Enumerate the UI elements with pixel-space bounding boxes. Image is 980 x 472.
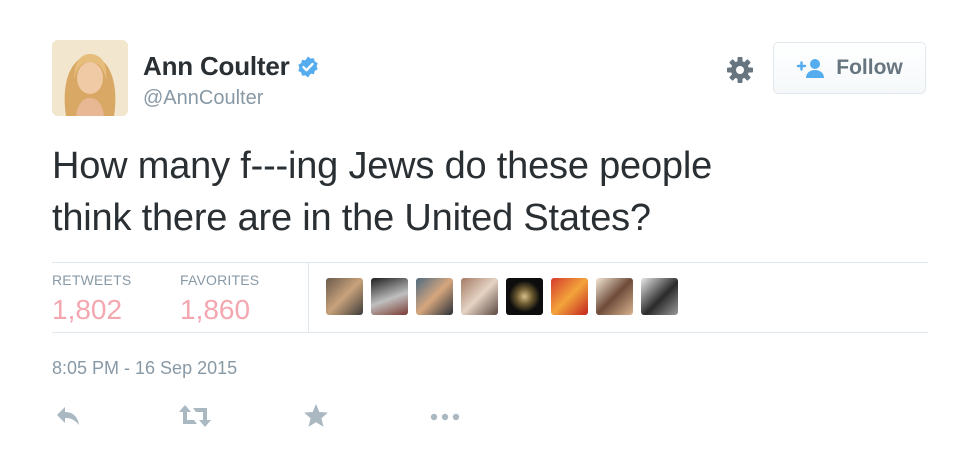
retweets-count[interactable]: 1,802 — [52, 294, 131, 326]
favoriter-avatar[interactable] — [641, 278, 678, 315]
follow-label: Follow — [836, 56, 903, 79]
add-user-icon — [797, 59, 825, 78]
author-name-row[interactable]: Ann Coulter — [143, 51, 320, 82]
retweets-stat[interactable]: RETWEETS 1,802 — [52, 272, 131, 326]
favoriter-avatars — [326, 278, 678, 315]
author-name[interactable]: Ann Coulter — [143, 51, 290, 82]
stats-bottom-divider — [52, 332, 928, 333]
verified-badge-icon — [297, 56, 318, 77]
favorites-stat[interactable]: FAVORITES 1,860 — [180, 272, 259, 326]
favorites-count[interactable]: 1,860 — [180, 294, 259, 326]
favorite-icon[interactable] — [302, 402, 330, 430]
stats-vertical-divider — [308, 262, 309, 332]
more-icon[interactable] — [428, 402, 462, 430]
tweet-text: How many f---ing Jews do these people th… — [52, 140, 932, 244]
author-handle[interactable]: @AnnCoulter — [143, 87, 263, 110]
tweet-actions — [52, 402, 472, 436]
tweet-text-line-2: think there are in the United States? — [52, 197, 651, 239]
reply-icon[interactable] — [54, 402, 82, 430]
follow-button[interactable]: Follow — [773, 42, 926, 94]
favoriter-avatar[interactable] — [371, 278, 408, 315]
favoriter-avatar[interactable] — [416, 278, 453, 315]
favorites-label: FAVORITES — [180, 272, 260, 288]
favoriter-avatar[interactable] — [596, 278, 633, 315]
tweet-text-line-1: How many f---ing Jews do these people — [52, 145, 713, 187]
gear-icon[interactable] — [725, 55, 755, 85]
favoriter-avatar[interactable] — [461, 278, 498, 315]
retweet-icon[interactable] — [178, 402, 212, 430]
favoriter-avatar[interactable] — [506, 278, 543, 315]
stats-top-divider — [52, 262, 928, 263]
retweets-label: RETWEETS — [52, 272, 132, 288]
favoriter-avatar[interactable] — [551, 278, 588, 315]
tweet-timestamp[interactable]: 8:05 PM - 16 Sep 2015 — [52, 358, 237, 379]
author-avatar[interactable] — [52, 40, 128, 116]
favoriter-avatar[interactable] — [326, 278, 363, 315]
